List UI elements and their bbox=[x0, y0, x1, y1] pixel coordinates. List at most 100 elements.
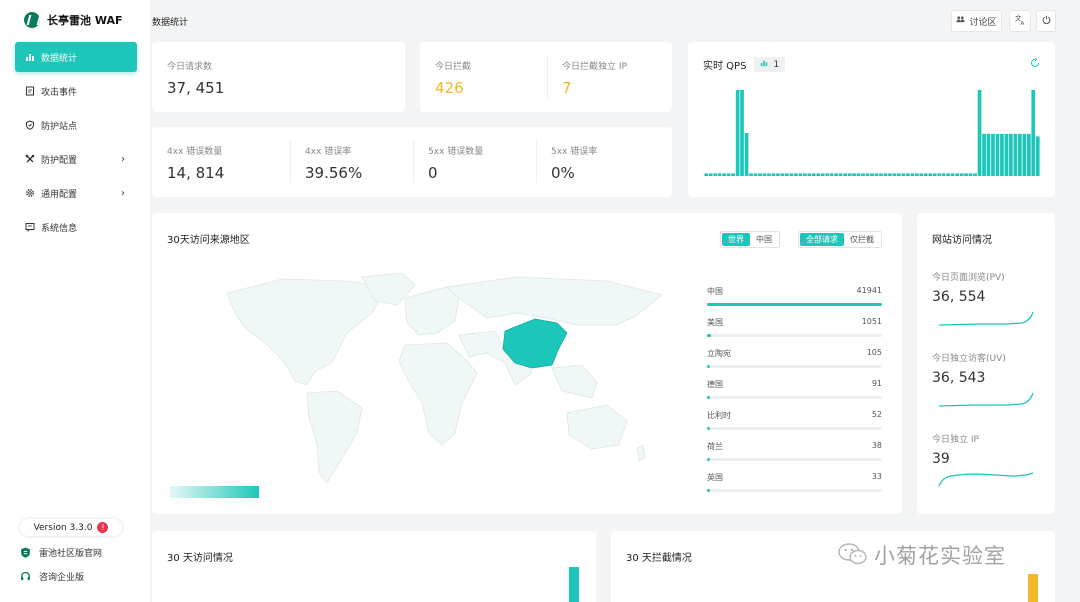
ranking-bar-track bbox=[707, 489, 882, 492]
qps-bar bbox=[856, 173, 861, 176]
ranking-bar-fill bbox=[707, 334, 712, 337]
qps-bar bbox=[915, 173, 919, 176]
nav-item-protected-sites[interactable]: 防护站点 bbox=[15, 110, 137, 140]
logout-button[interactable] bbox=[1036, 10, 1056, 32]
blocked-value: 426 bbox=[435, 79, 464, 97]
requests-label: 今日请求数 bbox=[167, 62, 213, 72]
qps-bar bbox=[977, 90, 982, 176]
ranking-value: 105 bbox=[866, 348, 882, 357]
nav-item-dashboard[interactable]: 数据统计 bbox=[15, 42, 137, 72]
ranking-bar-fill bbox=[707, 365, 710, 368]
qps-bar bbox=[803, 173, 807, 176]
qps-bar bbox=[874, 173, 879, 176]
qps-bar bbox=[713, 173, 718, 176]
nav-item-general-config[interactable]: 通用配置 › bbox=[15, 178, 137, 208]
ranking-bar-track bbox=[707, 365, 882, 368]
qps-bar bbox=[785, 173, 789, 176]
version-text: Version 3.3.0 bbox=[33, 522, 93, 533]
map-title: 30天访问来源地区 bbox=[167, 235, 250, 246]
ranking-value: 1051 bbox=[861, 317, 882, 326]
blocks-30d-bar bbox=[1028, 574, 1038, 602]
map-card: 30天访问来源地区 世界 中国 全部请求 仅拦截 中国 41941 美国 1051 立陶… bbox=[152, 213, 902, 514]
bar-chart-icon bbox=[25, 52, 35, 62]
watermark: 小菊花实验室 bbox=[838, 540, 1006, 570]
shield-logo-icon bbox=[20, 547, 31, 558]
map-china-highlighted bbox=[502, 318, 568, 369]
svg-text:A: A bbox=[1020, 21, 1024, 25]
requests-value: 37, 451 bbox=[167, 79, 225, 97]
qps-bar bbox=[731, 173, 735, 176]
qps-bar bbox=[865, 173, 870, 176]
visits-30d-card: 30 天访问情况 bbox=[152, 531, 596, 602]
qps-bar bbox=[968, 173, 973, 176]
qps-bar bbox=[776, 173, 780, 176]
nav-item-system-info[interactable]: 系统信息 bbox=[15, 212, 137, 242]
ranking-country: 英国 bbox=[707, 473, 723, 482]
qps-bar bbox=[762, 173, 767, 176]
brand-name: 长亭雷池 WAF bbox=[47, 14, 123, 27]
qps-bar bbox=[794, 173, 798, 176]
qps-bar bbox=[744, 133, 749, 176]
qps-bar bbox=[950, 173, 955, 176]
scope-world-option[interactable]: 世界 bbox=[722, 233, 750, 246]
qps-bar bbox=[843, 173, 847, 176]
qps-bar bbox=[753, 173, 758, 176]
divider bbox=[536, 141, 537, 183]
brand[interactable]: 长亭雷池 WAF bbox=[24, 10, 123, 30]
err5xx-rate-label: 5xx 错误率 bbox=[551, 147, 598, 157]
qps-bar bbox=[807, 173, 812, 176]
qps-bar bbox=[708, 173, 713, 176]
qps-bar bbox=[1018, 133, 1022, 176]
shield-icon bbox=[25, 120, 35, 130]
ranking-country: 立陶宛 bbox=[707, 349, 731, 358]
sidebar: 长亭雷池 WAF 数据统计 攻击事件 防护站点 防护配置 › 通用配置 › 系统… bbox=[0, 0, 150, 602]
map-legend-gradient bbox=[170, 486, 259, 498]
ranking-row: 德国 91 bbox=[707, 379, 882, 399]
ranking-country: 荷兰 bbox=[707, 442, 723, 451]
uv-sparkline bbox=[938, 392, 1034, 407]
ranking-bar-fill bbox=[707, 396, 710, 399]
qps-bar bbox=[941, 173, 946, 176]
uv-label: 今日独立访客(UV) bbox=[932, 354, 1006, 364]
document-icon bbox=[25, 86, 35, 96]
ranking-bar-track bbox=[707, 334, 882, 337]
pv-label: 今日页面浏览(PV) bbox=[932, 273, 1005, 283]
ranking-value: 52 bbox=[871, 410, 882, 419]
ranking-row: 英国 33 bbox=[707, 472, 882, 492]
qps-bar bbox=[879, 173, 883, 176]
discuss-button[interactable]: 讨论区 bbox=[951, 10, 1002, 32]
nav-item-label: 系统信息 bbox=[41, 223, 78, 234]
nav-item-label: 通用配置 bbox=[41, 189, 78, 200]
divider bbox=[547, 56, 548, 98]
nav-item-attack-events[interactable]: 攻击事件 bbox=[15, 76, 137, 106]
community-site-link[interactable]: 雷池社区版官网 bbox=[20, 546, 102, 559]
version-badge[interactable]: Version 3.3.0 ! bbox=[20, 519, 122, 536]
map-africa bbox=[398, 342, 478, 446]
qps-bar bbox=[829, 173, 834, 176]
map-north-america bbox=[226, 278, 388, 386]
brand-logo-icon bbox=[24, 12, 40, 28]
qps-bar bbox=[717, 173, 722, 176]
err5xx-rate-value: 0% bbox=[551, 164, 575, 182]
scope-toggle: 世界 中国 bbox=[720, 231, 780, 248]
ranking-row: 中国 41941 bbox=[707, 286, 882, 306]
ip-sparkline bbox=[938, 472, 1034, 487]
qps-bar bbox=[932, 173, 937, 176]
filter-all-option[interactable]: 全部请求 bbox=[800, 233, 844, 246]
qps-bar bbox=[798, 173, 803, 176]
qps-bar bbox=[937, 173, 942, 176]
map-europe bbox=[404, 286, 460, 336]
enterprise-consult-link[interactable]: 咨询企业版 bbox=[20, 570, 84, 583]
language-button[interactable]: 文A bbox=[1009, 10, 1031, 32]
chevron-right-icon: › bbox=[121, 153, 125, 165]
qps-bar bbox=[1031, 90, 1036, 176]
qps-bar bbox=[995, 133, 1000, 176]
ip-label: 今日独立 IP bbox=[932, 435, 979, 445]
visits-30d-bar bbox=[569, 567, 579, 602]
nav-item-protection-config[interactable]: 防护配置 › bbox=[15, 144, 137, 174]
qps-bar bbox=[986, 133, 991, 176]
scope-china-option[interactable]: 中国 bbox=[750, 233, 778, 246]
sidebar-nav: 数据统计 攻击事件 防护站点 防护配置 › 通用配置 › 系统信息 bbox=[15, 42, 137, 246]
errors-card: 4xx 错误数量 14, 814 4xx 错误率 39.56% 5xx 错误数量… bbox=[152, 127, 672, 197]
filter-blocked-option[interactable]: 仅拦截 bbox=[844, 233, 880, 246]
